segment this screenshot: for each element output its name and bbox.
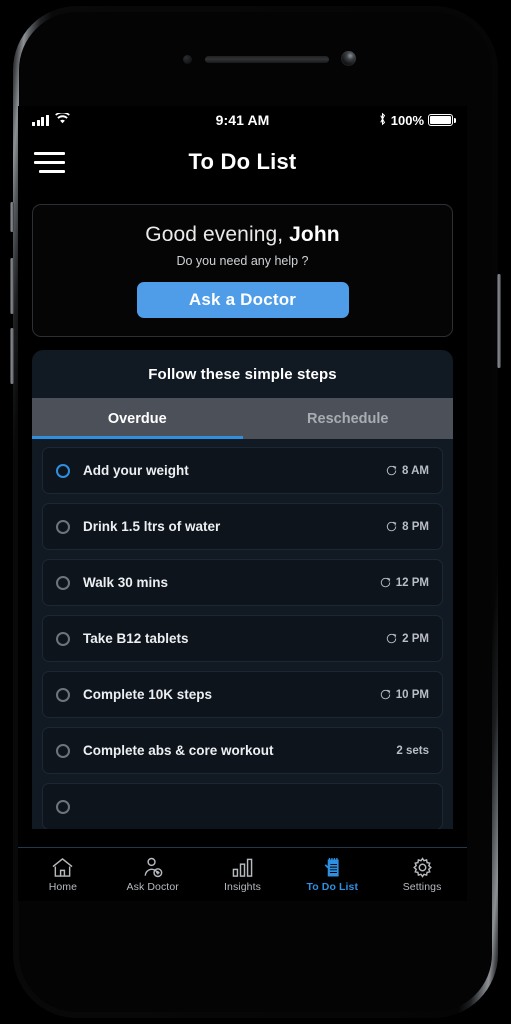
page-title: To Do List [188, 149, 297, 174]
task-meta: 10 PM [380, 689, 429, 701]
task-row[interactable]: Add your weight 8 AM [42, 447, 443, 494]
nav-item-to-do-list[interactable]: To Do List [287, 857, 377, 893]
task-meta-label: 8 PM [402, 520, 429, 533]
task-row[interactable] [42, 783, 443, 829]
clock-icon [386, 521, 397, 532]
task-meta-label: 2 sets [396, 744, 429, 757]
task-label: Add your weight [83, 463, 189, 478]
task-meta-label: 10 PM [395, 688, 429, 701]
status-bar-clock: 9:41 AM [215, 112, 270, 128]
gear-icon [411, 856, 434, 878]
task-checkbox[interactable] [56, 519, 70, 534]
bar-chart-icon [231, 857, 254, 878]
hamburger-menu-icon[interactable] [34, 150, 68, 174]
task-list: Add your weight 8 AM Drink 1.5 ltrs of wat… [32, 439, 453, 829]
greeting-card: Good evening, John Do you need any help … [32, 204, 453, 337]
nav-item-insights[interactable]: Insights [198, 857, 288, 893]
task-checkbox[interactable] [56, 687, 70, 702]
ask-a-doctor-button[interactable]: Ask a Doctor [136, 282, 349, 318]
task-label: Complete 10K steps [83, 687, 213, 702]
task-meta-label: 8 AM [401, 464, 429, 477]
clock-icon [386, 465, 397, 476]
battery-percent-label: 100% [390, 112, 424, 128]
bottom-navigation: Home Ask Doctor Insights To Do List Sett… [18, 847, 467, 901]
doctor-icon [141, 857, 164, 878]
status-bar-right: 100% [269, 112, 456, 129]
task-row[interactable]: Drink 1.5 ltrs of water 8 PM [42, 503, 443, 550]
task-checkbox[interactable] [56, 799, 70, 814]
earpiece-speaker [205, 56, 329, 63]
greeting-salutation: Good evening, [145, 223, 290, 246]
steps-panel-heading: Follow these simple steps [148, 366, 337, 383]
bluetooth-icon [378, 112, 387, 129]
screenshot-stage: 9:41 AM 100% To Do List Good evening, Jo… [0, 0, 511, 1024]
task-row[interactable]: Walk 30 mins 12 PM [42, 559, 443, 606]
nav-label-home: Home [48, 880, 78, 893]
task-meta: 8 AM [386, 465, 429, 477]
greeting-user-name: John [289, 223, 340, 246]
nav-label-insights: Insights [223, 880, 261, 893]
steps-panel: Follow these simple steps Overdue Resche… [32, 350, 453, 829]
task-label: Walk 30 mins [83, 575, 169, 590]
task-meta: 2 PM [386, 633, 429, 645]
task-meta-label: 2 PM [402, 632, 429, 645]
tab-reschedule[interactable]: Reschedule [243, 398, 454, 439]
home-icon [51, 857, 74, 878]
greeting-title: Good evening, John [49, 223, 436, 247]
task-row[interactable]: Complete 10K steps 10 PM [42, 671, 443, 718]
task-meta: 2 sets [396, 745, 429, 757]
volume-down-button[interactable] [10, 328, 14, 384]
nav-label-to-do-list: To Do List [306, 880, 359, 893]
task-checkbox-selected[interactable] [56, 463, 70, 478]
nav-item-home[interactable]: Home [18, 857, 108, 893]
phone-screen: 9:41 AM 100% To Do List Good evening, Jo… [18, 106, 467, 901]
nav-label-ask-doctor: Ask Doctor [126, 880, 179, 893]
task-checkbox[interactable] [56, 575, 70, 590]
wifi-icon [54, 111, 70, 129]
volume-up-button[interactable] [10, 258, 14, 314]
battery-full-icon [428, 114, 456, 126]
task-label: Take B12 tablets [83, 631, 189, 646]
nav-item-settings[interactable]: Settings [377, 856, 467, 893]
task-meta: 8 PM [386, 521, 429, 533]
task-row[interactable]: Take B12 tablets 2 PM [42, 615, 443, 662]
status-bar-left [32, 111, 216, 129]
task-meta: 12 PM [380, 577, 429, 589]
status-bar: 9:41 AM 100% [18, 106, 467, 134]
task-checkbox[interactable] [56, 743, 70, 758]
task-label: Drink 1.5 ltrs of water [83, 519, 221, 534]
task-meta-label: 12 PM [395, 576, 429, 589]
task-label: Complete abs & core workout [83, 743, 274, 758]
nav-item-ask-doctor[interactable]: Ask Doctor [108, 857, 198, 893]
front-camera-icon [341, 51, 356, 66]
checklist-icon [321, 857, 344, 878]
task-checkbox[interactable] [56, 631, 70, 646]
clock-icon [380, 689, 391, 700]
power-button[interactable] [497, 274, 501, 368]
clock-icon [380, 577, 391, 588]
mute-switch-button[interactable] [10, 202, 14, 232]
tab-overdue[interactable]: Overdue [32, 398, 243, 439]
app-bar: To Do List [18, 134, 467, 190]
task-tabs: Overdue Reschedule [32, 398, 453, 439]
nav-label-settings: Settings [402, 880, 442, 893]
proximity-sensor-icon [183, 55, 192, 64]
greeting-subtitle: Do you need any help ? [176, 254, 309, 268]
task-row[interactable]: Complete abs & core workout 2 sets [42, 727, 443, 774]
clock-icon [386, 633, 397, 644]
cellular-bars-icon [32, 114, 49, 126]
